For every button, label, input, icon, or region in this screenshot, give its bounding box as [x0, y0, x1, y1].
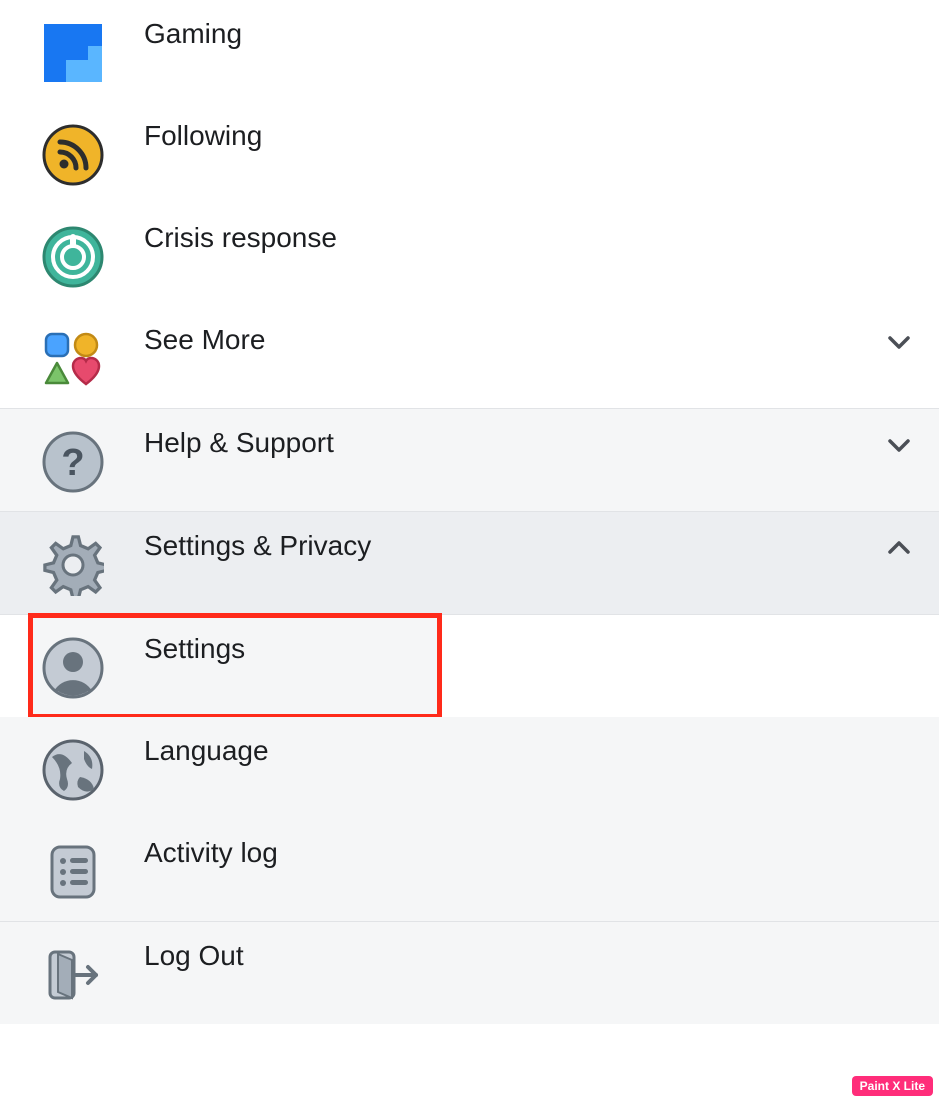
profile-icon	[38, 633, 108, 703]
menu-item-settings-privacy[interactable]: Settings & Privacy	[0, 511, 939, 615]
menu-item-following[interactable]: Following	[0, 102, 939, 204]
chevron-up-icon	[879, 528, 919, 568]
menu-item-activity-log[interactable]: Activity log	[0, 819, 939, 921]
navigation-menu: Gaming Following Crisis response	[0, 0, 939, 1024]
menu-item-help-support[interactable]: ? Help & Support	[0, 408, 939, 511]
watermark-badge: Paint X Lite	[852, 1076, 933, 1096]
menu-item-label: Help & Support	[144, 423, 879, 460]
menu-item-crisis-response[interactable]: Crisis response	[0, 204, 939, 306]
help-icon: ?	[38, 427, 108, 497]
menu-item-label: Crisis response	[144, 218, 919, 255]
gaming-icon	[38, 18, 108, 88]
svg-text:?: ?	[61, 442, 84, 484]
menu-item-label: Settings	[144, 629, 420, 666]
menu-item-see-more[interactable]: See More	[0, 306, 939, 408]
following-icon	[38, 120, 108, 190]
crisis-response-icon	[38, 222, 108, 292]
menu-item-label: Settings & Privacy	[144, 526, 879, 563]
menu-item-settings[interactable]: Settings	[30, 615, 440, 717]
menu-item-log-out[interactable]: Log Out	[0, 921, 939, 1024]
menu-item-label: Log Out	[144, 936, 919, 973]
logout-icon	[38, 940, 108, 1010]
menu-item-label: Language	[144, 731, 919, 768]
menu-item-label: Activity log	[144, 833, 919, 870]
menu-item-language[interactable]: Language	[0, 717, 939, 819]
activity-log-icon	[38, 837, 108, 907]
menu-item-label: Gaming	[144, 14, 919, 51]
chevron-down-icon	[879, 425, 919, 465]
menu-item-gaming[interactable]: Gaming	[0, 0, 939, 102]
gear-icon	[38, 530, 108, 600]
globe-icon	[38, 735, 108, 805]
chevron-down-icon	[879, 322, 919, 362]
see-more-icon	[38, 324, 108, 394]
menu-item-label: See More	[144, 320, 879, 357]
menu-item-label: Following	[144, 116, 919, 153]
